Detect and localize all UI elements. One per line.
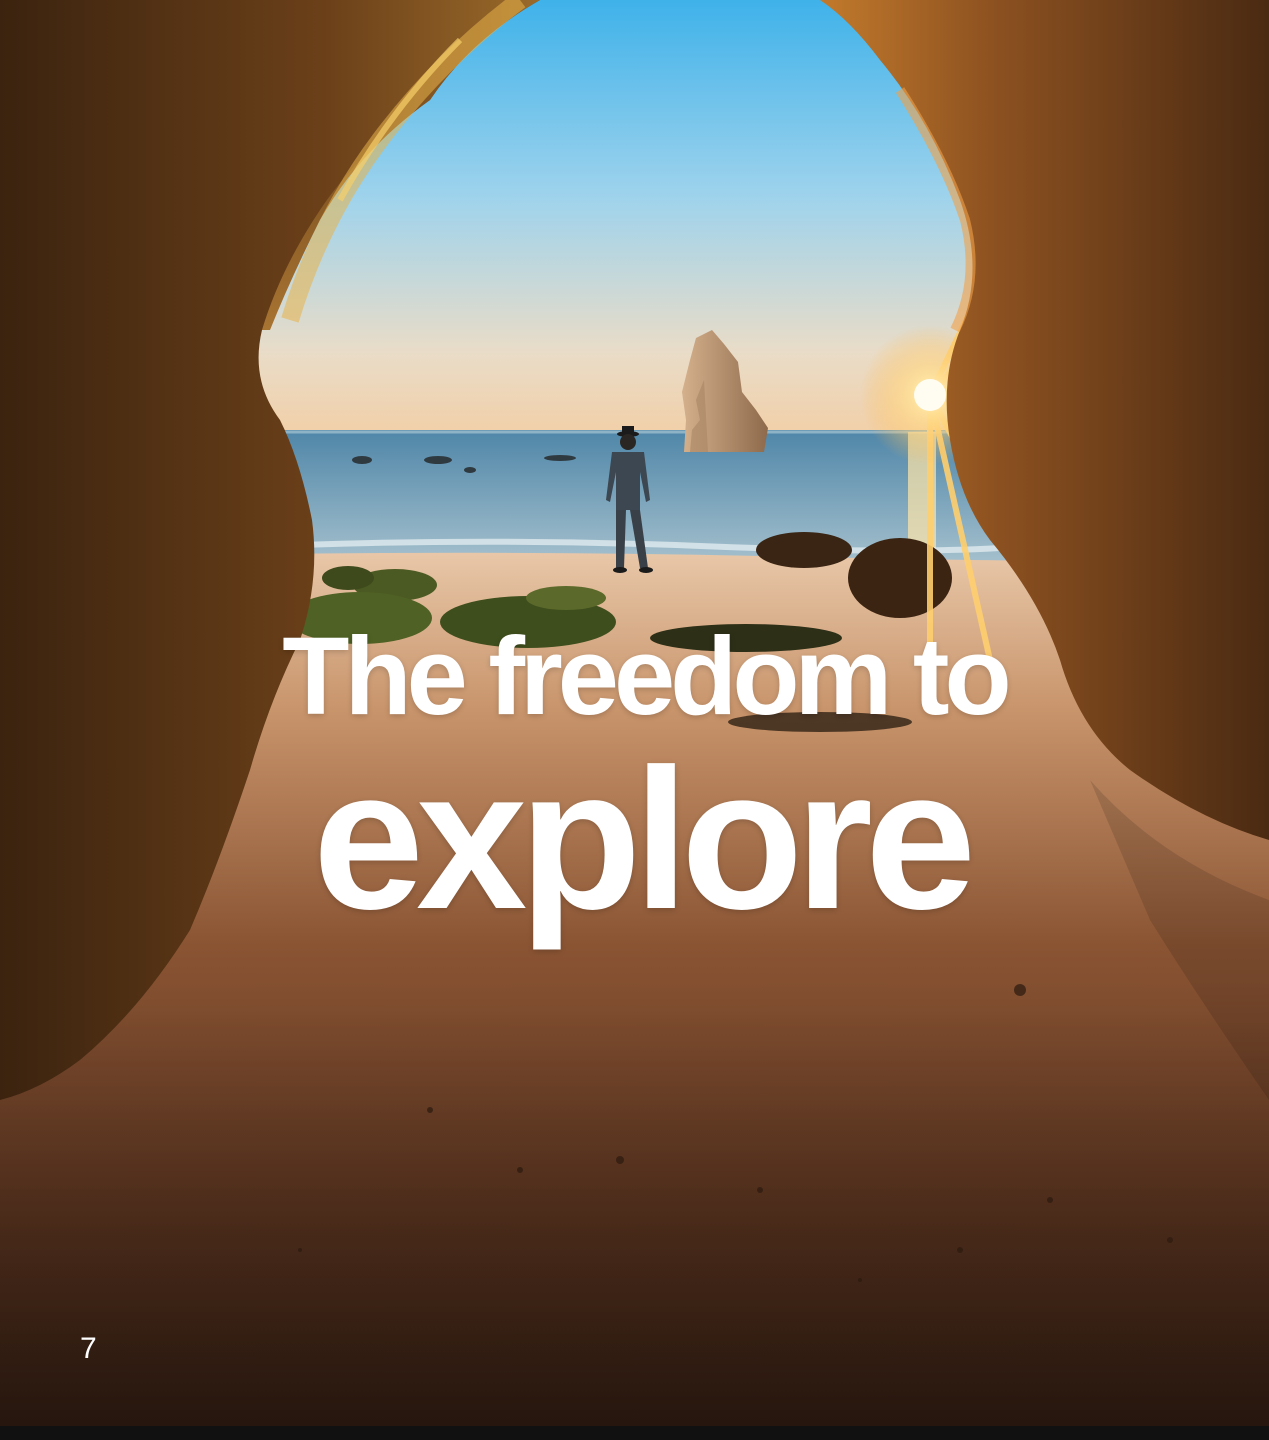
page: The freedom to explore 7 — [0, 0, 1269, 1440]
headline-line-2: explore — [312, 728, 976, 951]
bottom-strip — [0, 1426, 1269, 1440]
headline-line-1: The freedom to — [282, 615, 1012, 738]
page-number: 7 — [80, 1332, 97, 1365]
